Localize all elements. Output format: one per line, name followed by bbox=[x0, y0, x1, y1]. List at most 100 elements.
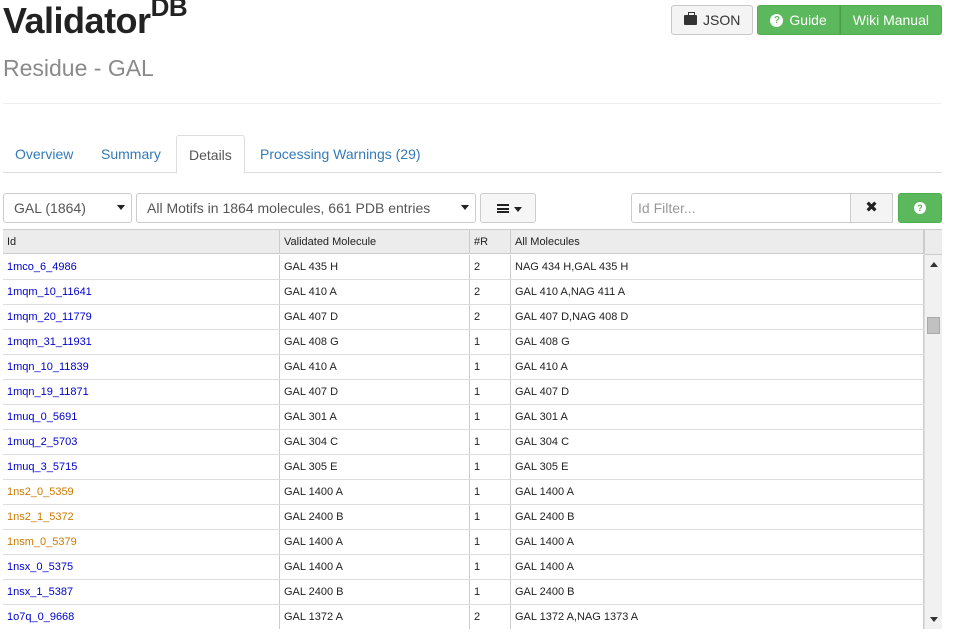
column-header-r[interactable]: #R bbox=[470, 230, 511, 254]
all-molecules-cell: GAL 408 G bbox=[511, 330, 924, 354]
table-row[interactable]: 1nsm_0_5379 GAL 1400 A 1 GAL 1400 A bbox=[3, 530, 924, 555]
guide-button-label: Guide bbox=[789, 12, 827, 28]
tab-processing-warnings[interactable]: Processing Warnings (29) bbox=[248, 135, 433, 173]
table-row[interactable]: 1o7q_0_9668 GAL 1372 A 2 GAL 1372 A,NAG 137… bbox=[3, 605, 924, 629]
molecule-id-link[interactable]: 1muq_2_5703 bbox=[7, 436, 77, 448]
table-row[interactable]: 1mqm_31_11931 GAL 408 G 1 GAL 408 G bbox=[3, 330, 924, 355]
json-button[interactable]: JSON bbox=[671, 5, 754, 35]
molecule-id-link[interactable]: 1nsx_0_5375 bbox=[7, 561, 73, 573]
column-options-button[interactable] bbox=[480, 193, 536, 223]
scrollbar-thumb[interactable] bbox=[927, 317, 940, 334]
column-header-validated-molecule[interactable]: Validated Molecule bbox=[280, 230, 470, 254]
help-button-group: ? Guide Wiki Manual bbox=[757, 5, 942, 35]
molecule-id-link[interactable]: 1nsx_1_5387 bbox=[7, 586, 73, 598]
all-molecules-cell: NAG 434 H,GAL 435 H bbox=[511, 255, 924, 279]
table-row[interactable]: 1mco_6_4986 GAL 435 H 2 NAG 434 H,GAL 435 H bbox=[3, 255, 924, 280]
r-count-cell: 1 bbox=[470, 530, 511, 554]
close-icon: ✖ bbox=[865, 199, 878, 216]
id-cell: 1o7q_0_9668 bbox=[3, 605, 280, 629]
validated-molecule-cell: GAL 2400 B bbox=[280, 505, 470, 529]
all-molecules-cell: GAL 304 C bbox=[511, 430, 924, 454]
clear-filter-button[interactable]: ✖ bbox=[850, 193, 893, 223]
caret-down-icon bbox=[514, 207, 522, 212]
question-circle-icon: ? bbox=[914, 202, 926, 214]
table-row[interactable]: 1mqm_10_11641 GAL 410 A 2 GAL 410 A,NAG 411… bbox=[3, 280, 924, 305]
validated-molecule-cell: GAL 1400 A bbox=[280, 530, 470, 554]
molecule-id-link[interactable]: 1mqn_10_11839 bbox=[7, 361, 89, 373]
table-row[interactable]: 1nsx_1_5387 GAL 2400 B 1 GAL 2400 B bbox=[3, 580, 924, 605]
table-row[interactable]: 1muq_0_5691 GAL 301 A 1 GAL 301 A bbox=[3, 405, 924, 430]
table-row[interactable]: 1ns2_1_5372 GAL 2400 B 1 GAL 2400 B bbox=[3, 505, 924, 530]
r-count-cell: 1 bbox=[470, 355, 511, 379]
column-header-all-molecules[interactable]: All Molecules bbox=[511, 230, 924, 254]
molecule-id-link[interactable]: 1mqm_31_11931 bbox=[7, 336, 92, 348]
molecule-id-link[interactable]: 1mqn_19_11871 bbox=[7, 386, 89, 398]
all-molecules-cell: GAL 305 E bbox=[511, 455, 924, 479]
page-title: ValidatorDB bbox=[3, 0, 188, 42]
validated-molecule-cell: GAL 301 A bbox=[280, 405, 470, 429]
wiki-manual-button[interactable]: Wiki Manual bbox=[839, 5, 942, 35]
id-cell: 1mqm_10_11641 bbox=[3, 280, 280, 304]
wiki-manual-label: Wiki Manual bbox=[852, 12, 929, 28]
r-count-cell: 1 bbox=[470, 330, 511, 354]
validated-molecule-cell: GAL 410 A bbox=[280, 280, 470, 304]
id-cell: 1muq_3_5715 bbox=[3, 455, 280, 479]
all-molecules-cell: GAL 301 A bbox=[511, 405, 924, 429]
title-superscript: DB bbox=[150, 0, 188, 22]
r-count-cell: 2 bbox=[470, 280, 511, 304]
id-cell: 1ns2_0_5359 bbox=[3, 480, 280, 504]
molecule-id-link[interactable]: 1mqm_20_11779 bbox=[7, 311, 92, 323]
r-count-cell: 2 bbox=[470, 305, 511, 329]
molecule-id-link[interactable]: 1nsm_0_5379 bbox=[7, 536, 77, 548]
all-molecules-cell: GAL 1400 A bbox=[511, 530, 924, 554]
page-subtitle: Residue - GAL bbox=[3, 55, 154, 81]
tab-details[interactable]: Details bbox=[176, 135, 245, 174]
tab-overview[interactable]: Overview bbox=[3, 135, 85, 173]
guide-button[interactable]: ? Guide bbox=[757, 5, 840, 35]
table-row[interactable]: 1mqm_20_11779 GAL 407 D 2 GAL 407 D,NAG 408… bbox=[3, 305, 924, 330]
filter-help-button[interactable]: ? bbox=[898, 193, 942, 223]
id-cell: 1nsm_0_5379 bbox=[3, 530, 280, 554]
molecule-id-link[interactable]: 1muq_3_5715 bbox=[7, 461, 77, 473]
residue-select[interactable]: GAL (1864) bbox=[3, 193, 132, 223]
scroll-up-arrow-icon[interactable] bbox=[930, 262, 938, 267]
molecule-id-link[interactable]: 1ns2_1_5372 bbox=[7, 511, 74, 523]
id-cell: 1ns2_1_5372 bbox=[3, 505, 280, 529]
caret-down-icon bbox=[117, 205, 125, 210]
column-header-id[interactable]: Id bbox=[3, 230, 280, 254]
validated-molecule-cell: GAL 407 D bbox=[280, 380, 470, 404]
all-molecules-cell: GAL 2400 B bbox=[511, 580, 924, 604]
id-cell: 1muq_0_5691 bbox=[3, 405, 280, 429]
tab-summary[interactable]: Summary bbox=[89, 135, 173, 173]
grid-header: Id Validated Molecule #R All Molecules bbox=[3, 230, 924, 254]
molecule-id-link[interactable]: 1mco_6_4986 bbox=[7, 261, 77, 273]
validated-molecule-cell: GAL 304 C bbox=[280, 430, 470, 454]
header-divider bbox=[3, 103, 942, 104]
details-toolbar: GAL (1864) All Motifs in 1864 molecules,… bbox=[3, 193, 942, 223]
motif-select[interactable]: All Motifs in 1864 molecules, 661 PDB en… bbox=[136, 193, 476, 223]
id-cell: 1mqm_20_11779 bbox=[3, 305, 280, 329]
molecule-id-link[interactable]: 1o7q_0_9668 bbox=[7, 611, 74, 623]
validated-molecule-cell: GAL 410 A bbox=[280, 355, 470, 379]
id-cell: 1muq_2_5703 bbox=[3, 430, 280, 454]
grid-scrollbar[interactable] bbox=[924, 255, 942, 629]
all-molecules-cell: GAL 410 A,NAG 411 A bbox=[511, 280, 924, 304]
molecule-id-link[interactable]: 1mqm_10_11641 bbox=[7, 286, 92, 298]
validated-molecule-cell: GAL 1400 A bbox=[280, 555, 470, 579]
validated-molecule-cell: GAL 305 E bbox=[280, 455, 470, 479]
all-molecules-cell: GAL 1400 A bbox=[511, 480, 924, 504]
scroll-down-arrow-icon[interactable] bbox=[930, 617, 938, 622]
table-row[interactable]: 1ns2_0_5359 GAL 1400 A 1 GAL 1400 A bbox=[3, 480, 924, 505]
table-row[interactable]: 1muq_3_5715 GAL 305 E 1 GAL 305 E bbox=[3, 455, 924, 480]
header-buttons: JSON ? Guide Wiki Manual bbox=[671, 5, 942, 35]
id-filter-input[interactable] bbox=[631, 193, 851, 223]
r-count-cell: 1 bbox=[470, 430, 511, 454]
molecule-id-link[interactable]: 1ns2_0_5359 bbox=[7, 486, 74, 498]
id-cell: 1mco_6_4986 bbox=[3, 255, 280, 279]
molecule-id-link[interactable]: 1muq_0_5691 bbox=[7, 411, 77, 423]
r-count-cell: 1 bbox=[470, 555, 511, 579]
table-row[interactable]: 1mqn_10_11839 GAL 410 A 1 GAL 410 A bbox=[3, 355, 924, 380]
table-row[interactable]: 1muq_2_5703 GAL 304 C 1 GAL 304 C bbox=[3, 430, 924, 455]
table-row[interactable]: 1mqn_19_11871 GAL 407 D 1 GAL 407 D bbox=[3, 380, 924, 405]
table-row[interactable]: 1nsx_0_5375 GAL 1400 A 1 GAL 1400 A bbox=[3, 555, 924, 580]
